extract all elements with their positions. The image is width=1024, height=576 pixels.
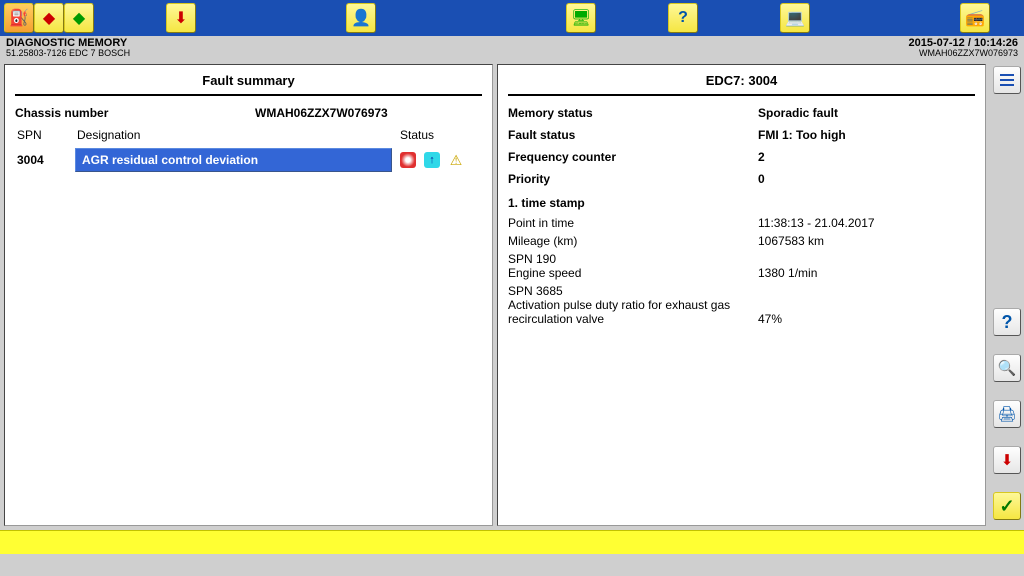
freq-value: 2 bbox=[758, 150, 765, 164]
status-up-icon: ↑ bbox=[424, 152, 440, 168]
status-bar bbox=[0, 530, 1024, 554]
datetime: 2015-07-12 / 10:14:26 bbox=[909, 38, 1019, 48]
mem-status-label: Memory status bbox=[508, 106, 758, 120]
mem-status-value: Sporadic fault bbox=[758, 106, 838, 120]
col-designation: Designation bbox=[77, 128, 400, 142]
engine-icon[interactable]: ⛽ bbox=[4, 3, 34, 33]
help-box-icon[interactable]: ? bbox=[668, 3, 698, 33]
page-subtitle: 51.25803-7126 EDC 7 BOSCH bbox=[6, 48, 130, 58]
radio-icon[interactable]: 📻 bbox=[960, 3, 990, 33]
mileage-label: Mileage (km) bbox=[508, 234, 758, 248]
locate-button[interactable]: 🔍 bbox=[993, 354, 1021, 382]
pit-label: Point in time bbox=[508, 216, 758, 230]
fault-spn: 3004 bbox=[15, 153, 75, 167]
page-title: DIAGNOSTIC MEMORY bbox=[6, 38, 130, 48]
download-button[interactable]: ⬇ bbox=[993, 446, 1021, 474]
spn190-label: SPN 190 Engine speed bbox=[508, 252, 758, 280]
person-icon[interactable]: 👤 bbox=[346, 3, 376, 33]
monitor-icon[interactable]: 🖥 bbox=[566, 3, 596, 33]
side-toolbar: ? 🔍 🖨 ⬇ ✓ bbox=[990, 60, 1024, 530]
right-panel-title: EDC7: 3004 bbox=[508, 65, 975, 96]
prio-value: 0 bbox=[758, 172, 765, 186]
computer-icon[interactable]: 💻 bbox=[780, 3, 810, 33]
status-dot-icon bbox=[400, 152, 416, 168]
list-view-button[interactable] bbox=[993, 66, 1021, 94]
diag-up-icon[interactable]: ◆ bbox=[64, 3, 94, 33]
col-spn: SPN bbox=[17, 128, 77, 142]
fault-detail-panel: EDC7: 3004 Memory statusSporadic fault F… bbox=[497, 64, 986, 526]
fault-summary-panel: Fault summary Chassis number WMAH06ZZX7W… bbox=[4, 64, 493, 526]
fault-designation-button[interactable]: AGR residual control deviation bbox=[75, 148, 392, 172]
col-status: Status bbox=[400, 128, 480, 142]
status-warn-icon: ⚠ bbox=[448, 152, 464, 168]
spn3685-label: SPN 3685 Activation pulse duty ratio for… bbox=[508, 284, 758, 326]
fault-status-value: FMI 1: Too high bbox=[758, 128, 846, 142]
chassis-value: WMAH06ZZX7W076973 bbox=[255, 106, 388, 120]
fault-status-label: Fault status bbox=[508, 128, 758, 142]
diag-down-icon[interactable]: ◆ bbox=[34, 3, 64, 33]
print-button[interactable]: 🖨 bbox=[993, 400, 1021, 428]
spn3685-value: 47% bbox=[758, 312, 782, 326]
vin-small: WMAH06ZZX7W076973 bbox=[919, 48, 1018, 58]
info-bar: DIAGNOSTIC MEMORY 51.25803-7126 EDC 7 BO… bbox=[0, 36, 1024, 60]
confirm-button[interactable]: ✓ bbox=[993, 492, 1021, 520]
prio-label: Priority bbox=[508, 172, 758, 186]
pit-value: 11:38:13 - 21.04.2017 bbox=[758, 216, 875, 230]
top-toolbar: ⛽ ◆ ◆ ⬇ 👤 🖥 ? 💻 📻 bbox=[0, 0, 1024, 36]
left-panel-title: Fault summary bbox=[15, 65, 482, 96]
chassis-label: Chassis number bbox=[15, 106, 195, 120]
timestamp-header: 1. time stamp bbox=[508, 196, 975, 210]
spn190-value: 1380 1/min bbox=[758, 266, 817, 280]
fault-table-header: SPN Designation Status bbox=[15, 128, 482, 142]
help-button[interactable]: ? bbox=[993, 308, 1021, 336]
mileage-value: 1067583 km bbox=[758, 234, 824, 248]
freq-label: Frequency counter bbox=[508, 150, 758, 164]
info-arrow-icon[interactable]: ⬇ bbox=[166, 3, 196, 33]
table-row: 3004 AGR residual control deviation ↑ ⚠ bbox=[15, 148, 482, 172]
